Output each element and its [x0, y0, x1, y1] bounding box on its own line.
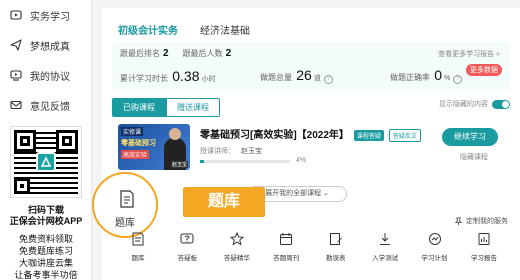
- sidebar-item-agreement[interactable]: 我的协议: [0, 60, 92, 90]
- custom-service-link[interactable]: 定制我的服务: [454, 216, 508, 226]
- people-stat: 跟最后人数 2: [182, 48, 232, 59]
- video-icon: [10, 69, 22, 81]
- stats-panel: 跟最后排名 2 跟最后人数 2 查看更多学习报告 » 累计学习时长 0.38 小时 做…: [112, 42, 510, 90]
- tab-purchased[interactable]: 已购课程: [112, 98, 166, 117]
- questions-stat: 做题总量 26 道?: [260, 67, 390, 84]
- sidebar-item-label: 意见反馈: [30, 101, 70, 113]
- qr-caption-subtitle: 正保会计网校APP: [9, 216, 83, 226]
- sidebar-item-label: 梦想成真: [30, 41, 70, 53]
- show-hidden-label: 显示隐藏的内容: [439, 101, 488, 108]
- show-hidden-toggle[interactable]: [492, 99, 510, 109]
- tool-entrance-test[interactable]: 入学测试: [367, 232, 403, 262]
- edit-icon: [329, 233, 342, 245]
- study-time-stat: 累计学习时长 0.38 小时: [120, 67, 216, 84]
- tool-errata[interactable]: 勘误表: [318, 232, 354, 262]
- more-data-badge[interactable]: 更多数据: [466, 64, 502, 76]
- question-icon: [180, 233, 194, 244]
- mail-icon: [10, 99, 22, 111]
- rank-stat: 跟最后排名 2: [120, 48, 169, 59]
- question-bank-callout: 题库: [183, 187, 265, 217]
- course-tag: 课程答疑: [353, 129, 384, 141]
- more-report-link[interactable]: 查看更多学习报告 »: [438, 49, 500, 59]
- course-progress-text: 4%: [296, 157, 307, 164]
- play-icon: [10, 9, 22, 21]
- pin-icon: [454, 216, 463, 225]
- question-bank-highlight[interactable]: 题库: [92, 172, 158, 238]
- course-item: 实修课 零基础预习 高效实验 赵玉宝 零基础预习[高效实验]【2022年】 课程答…: [112, 120, 510, 178]
- chevron-down-icon: ⌄: [323, 190, 329, 197]
- sidebar-item-practice[interactable]: 实务学习: [0, 0, 92, 30]
- book-icon: [120, 190, 134, 208]
- report-icon: [478, 233, 490, 245]
- tool-study-report[interactable]: 学习报告: [466, 232, 502, 262]
- plan-icon: [428, 233, 441, 245]
- tool-weekly[interactable]: 答题周刊: [268, 232, 304, 262]
- tool-qa-board[interactable]: 答疑板: [169, 232, 205, 262]
- tool-qa-essence[interactable]: 答疑精华: [219, 232, 255, 262]
- question-bank-highlight-label: 题库: [115, 218, 135, 229]
- accuracy-stat: 做题正确率 0%?: [390, 67, 463, 84]
- course-title[interactable]: 零基础预习[高效实验]【2022年】 课程答疑 答疑反文: [200, 126, 421, 142]
- hide-course-link[interactable]: 隐藏课程: [460, 152, 488, 162]
- qr-code: [10, 126, 82, 198]
- sidebar: 实务学习 梦想成真 我的协议 意见反馈 扫码下载 正保会计网校APP 免费资料领…: [0, 0, 92, 280]
- sidebar-item-label: 实务学习: [30, 11, 70, 23]
- send-icon: [10, 39, 22, 51]
- test-icon: [380, 233, 391, 245]
- book-icon: [132, 232, 144, 246]
- tool-question-bank[interactable]: 题库: [120, 232, 156, 262]
- teacher-info: 授课讲师： 赵玉宝: [200, 148, 262, 155]
- sidebar-item-feedback[interactable]: 意见反馈: [0, 90, 92, 120]
- star-icon: [229, 232, 244, 246]
- help-icon[interactable]: ?: [453, 75, 463, 84]
- course-tag: 答疑反文: [388, 128, 421, 142]
- app-logo-icon: [36, 152, 56, 172]
- sidebar-item-label: 我的协议: [30, 71, 70, 83]
- promo-item: 让备考事半功倍: [14, 270, 78, 280]
- course-type-tabs: 已购课程 赠送课程: [112, 98, 220, 117]
- course-progress-bar: [200, 160, 290, 163]
- calendar-icon: [280, 233, 293, 245]
- sidebar-item-dream[interactable]: 梦想成真: [0, 30, 92, 60]
- tool-study-plan[interactable]: 学习计划: [417, 232, 453, 262]
- help-icon[interactable]: ?: [323, 75, 333, 84]
- continue-study-button[interactable]: 继续学习: [442, 128, 498, 146]
- tab-gifted[interactable]: 赠送课程: [166, 98, 220, 117]
- course-thumbnail[interactable]: 实修课 零基础预习 高效实验 赵玉宝: [118, 124, 190, 170]
- show-hidden-control: 显示隐藏的内容: [439, 99, 510, 109]
- tool-bar: 题库 答疑板 答疑精华 答题周刊 勘误表 入学测试 学习计划 学习报告: [112, 232, 510, 262]
